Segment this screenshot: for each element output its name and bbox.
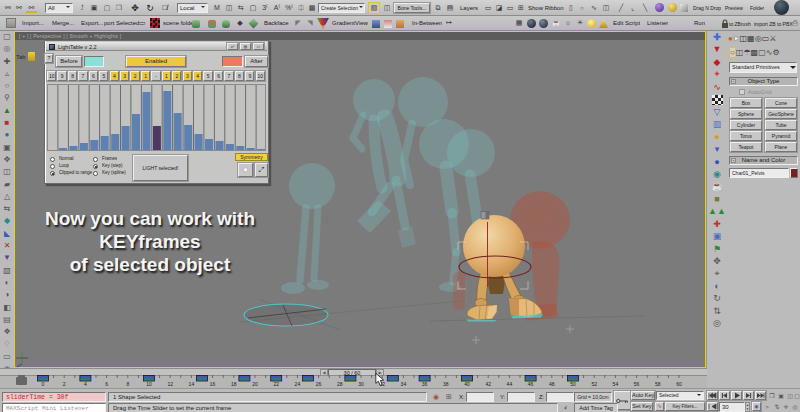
svg-text:10: 10	[146, 381, 152, 387]
svg-text:8: 8	[126, 381, 129, 387]
svg-text:48: 48	[549, 381, 555, 387]
svg-text:4: 4	[84, 381, 87, 387]
svg-text:12: 12	[167, 381, 173, 387]
svg-text:34: 34	[401, 381, 407, 387]
svg-text:46: 46	[528, 381, 534, 387]
svg-text:6: 6	[105, 381, 108, 387]
svg-text:56: 56	[634, 381, 640, 387]
svg-text:52: 52	[591, 381, 597, 387]
svg-text:20: 20	[252, 381, 258, 387]
svg-text:44: 44	[507, 381, 513, 387]
svg-text:2: 2	[63, 381, 66, 387]
svg-text:40: 40	[464, 381, 470, 387]
svg-text:36: 36	[422, 381, 428, 387]
svg-text:42: 42	[485, 381, 491, 387]
svg-text:18: 18	[231, 381, 237, 387]
svg-text:38: 38	[443, 381, 449, 387]
svg-text:54: 54	[613, 381, 619, 387]
svg-text:60: 60	[676, 381, 682, 387]
svg-text:28: 28	[337, 381, 343, 387]
svg-text:14: 14	[189, 381, 195, 387]
svg-text:50: 50	[570, 381, 576, 387]
svg-text:26: 26	[316, 381, 322, 387]
svg-text:22: 22	[273, 381, 279, 387]
svg-text:0: 0	[42, 381, 45, 387]
svg-text:24: 24	[295, 381, 301, 387]
svg-text:16: 16	[210, 381, 216, 387]
svg-text:58: 58	[655, 381, 661, 387]
svg-text:30: 30	[358, 381, 364, 387]
